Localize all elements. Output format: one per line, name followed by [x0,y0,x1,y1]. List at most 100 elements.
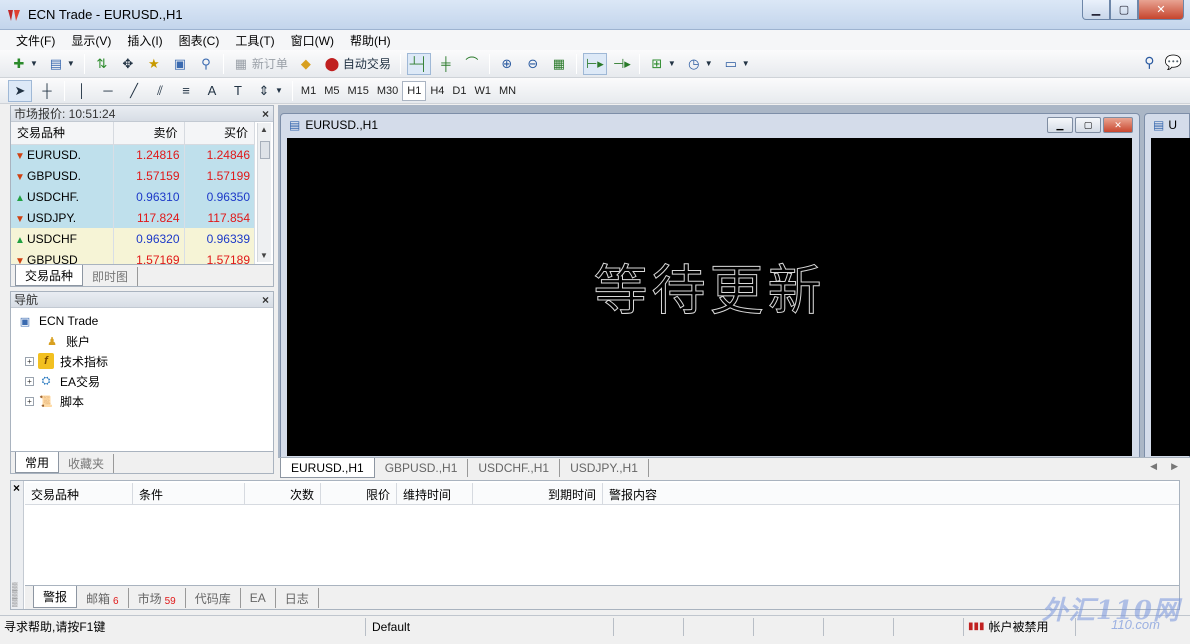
scroll-down-icon[interactable]: ▼ [260,251,268,260]
column-header-event[interactable]: 警报内容 [603,483,1163,505]
zoom-in-button[interactable]: ⊕ [496,53,518,75]
templates-button[interactable]: ▭ ▼ [720,53,753,75]
menu-window[interactable]: 窗口(W) [283,32,342,49]
candlestick-button[interactable]: ╪ [435,53,457,75]
table-row[interactable]: ▼ GBPUSD. 1.57159 1.57199 [11,165,256,186]
column-header-counter[interactable]: 次数 [245,483,321,505]
column-header-timeout[interactable]: 维持时间 [397,483,473,505]
data-window-button[interactable]: ✥ [117,53,139,75]
chart-canvas[interactable]: 等待更新 [287,138,1132,456]
chart-window-eurusd[interactable]: ▤ EURUSD.,H1 ▁ ▢ ✕ 等待更新 [280,113,1140,460]
tile-windows-button[interactable]: ▦ [548,53,570,75]
indicators-button[interactable]: ⊞ ▼ [646,53,679,75]
arrows-button[interactable]: ⇕ ▼ [253,80,286,102]
fibonacci-button[interactable]: ≡ [175,80,197,102]
text-button[interactable]: A [201,80,223,102]
period-m30[interactable]: M30 [373,81,402,101]
column-header-symbol[interactable]: 交易品种 [11,122,115,145]
auto-trade-button[interactable]: ⬤ 自动交易 [321,53,394,75]
column-header-bid[interactable]: 卖价 [113,122,185,145]
new-order-button[interactable]: ▦ 新订单 [230,53,291,75]
strategy-tester-button[interactable]: ⚲ [195,53,217,75]
minimize-button[interactable]: ▁ [1082,0,1110,20]
chart-window-second[interactable]: ▤ U [1144,113,1190,460]
bar-chart-button[interactable]: ┴┤ [406,52,431,75]
maximize-button[interactable]: ▢ [1110,0,1138,20]
grip-icon[interactable]: ▒ ▒ ▒ [12,583,18,607]
navigator-button[interactable]: ★ [143,53,165,75]
trend-line-button[interactable]: ╱ [123,80,145,102]
period-d1[interactable]: D1 [448,81,470,101]
new-chart-button[interactable]: ✚ ▼ [8,53,41,75]
menu-file[interactable]: 文件(F) [8,32,63,49]
zoom-out-button[interactable]: ⊖ [522,53,544,75]
terminal-tab[interactable]: 日志 [276,588,319,608]
column-header-expiration[interactable]: 到期时间 [473,483,603,505]
metaeditor-button[interactable]: ◆ [295,53,317,75]
tree-root[interactable]: ▣ ECN Trade [17,311,273,331]
table-row[interactable]: ▲ USDCHF 0.96320 0.96339 [11,228,256,249]
table-row[interactable]: ▼ EURUSD. 1.24816 1.24846 [11,144,256,165]
terminal-tab[interactable]: 代码库 [186,588,241,608]
period-w1[interactable]: W1 [470,81,495,101]
tree-item-scripts[interactable]: + 📜 脚本 [17,391,273,411]
menu-tools[interactable]: 工具(T) [227,32,282,49]
menu-chart[interactable]: 图表(C) [171,32,228,49]
expand-icon[interactable]: + [25,376,34,386]
channel-button[interactable]: ⫽ [149,80,171,102]
expand-icon[interactable]: + [25,356,34,366]
expand-icon[interactable]: + [25,396,34,406]
period-h1[interactable]: H1 [402,80,427,101]
profiles-button[interactable]: ▤ ▼ [45,53,78,75]
column-header-symbol[interactable]: 交易品种 [25,483,133,505]
periods-button[interactable]: ◷ ▼ [683,53,716,75]
vertical-line-button[interactable]: │ [71,80,93,102]
menu-insert[interactable]: 插入(I) [119,32,170,49]
chat-icon[interactable]: 💬 [1165,54,1182,71]
tree-item-expert-advisors[interactable]: + ⛭ EA交易 [17,371,273,391]
close-icon[interactable]: × [262,293,273,307]
column-header-condition[interactable]: 条件 [133,483,245,505]
auto-scroll-button[interactable]: ⊢▸ [582,52,607,75]
close-icon[interactable]: × [262,107,273,121]
chart-tab-eurusd[interactable]: EURUSD.,H1 [280,458,375,478]
close-icon[interactable]: × [13,481,20,495]
tree-item-accounts[interactable]: ♟ 账户 [17,331,273,351]
terminal-tab[interactable]: 市场 59 [129,588,186,608]
terminal-tab[interactable]: 警报 [33,586,78,608]
chart-close-button[interactable]: ✕ [1103,117,1133,133]
market-watch-button[interactable]: ⇅ [91,53,113,75]
scroll-thumb[interactable] [260,141,270,159]
chart-canvas[interactable] [1151,138,1190,456]
chart-tab-usdchf[interactable]: USDCHF.,H1 [468,459,561,477]
terminal-tab[interactable]: 邮箱 6 [77,588,129,608]
terminal-tab[interactable]: EA [241,588,276,608]
scroll-up-icon[interactable]: ▲ [260,125,268,134]
search-icon[interactable]: ⚲ [1144,54,1154,71]
crosshair-button[interactable]: ┼ [36,80,58,102]
line-chart-button[interactable]: ⌒ [461,53,483,75]
chart-tab-usdjpy[interactable]: USDJPY.,H1 [560,459,649,477]
cursor-button[interactable]: ➤ [8,79,32,102]
terminal-button[interactable]: ▣ [169,53,191,75]
chart-minimize-button[interactable]: ▁ [1047,117,1073,133]
period-mn[interactable]: MN [495,81,520,101]
market-watch-scrollbar[interactable]: ▲ ▼ [257,123,271,262]
tab-symbols[interactable]: 交易品种 [15,265,84,286]
period-m15[interactable]: M15 [343,81,372,101]
menu-help[interactable]: 帮助(H) [342,32,399,49]
menu-view[interactable]: 显示(V) [63,32,119,49]
scroll-left-icon[interactable]: ◀ [1150,461,1157,472]
table-row[interactable]: ▲ USDCHF. 0.96310 0.96350 [11,186,256,207]
tree-item-indicators[interactable]: + f 技术指标 [17,351,273,371]
chart-shift-button[interactable]: ⊣▸ [611,53,633,75]
tab-favorites[interactable]: 收藏夹 [59,454,115,473]
period-h4[interactable]: H4 [426,81,448,101]
tab-common[interactable]: 常用 [15,452,60,473]
chart-tab-gbpusd[interactable]: GBPUSD.,H1 [375,459,469,477]
tab-tick-chart[interactable]: 即时图 [83,267,139,286]
table-row[interactable]: ▼ USDJPY. 117.824 117.854 [11,207,256,228]
period-m5[interactable]: M5 [320,81,343,101]
horizontal-line-button[interactable]: ─ [97,80,119,102]
chart-maximize-button[interactable]: ▢ [1075,117,1101,133]
